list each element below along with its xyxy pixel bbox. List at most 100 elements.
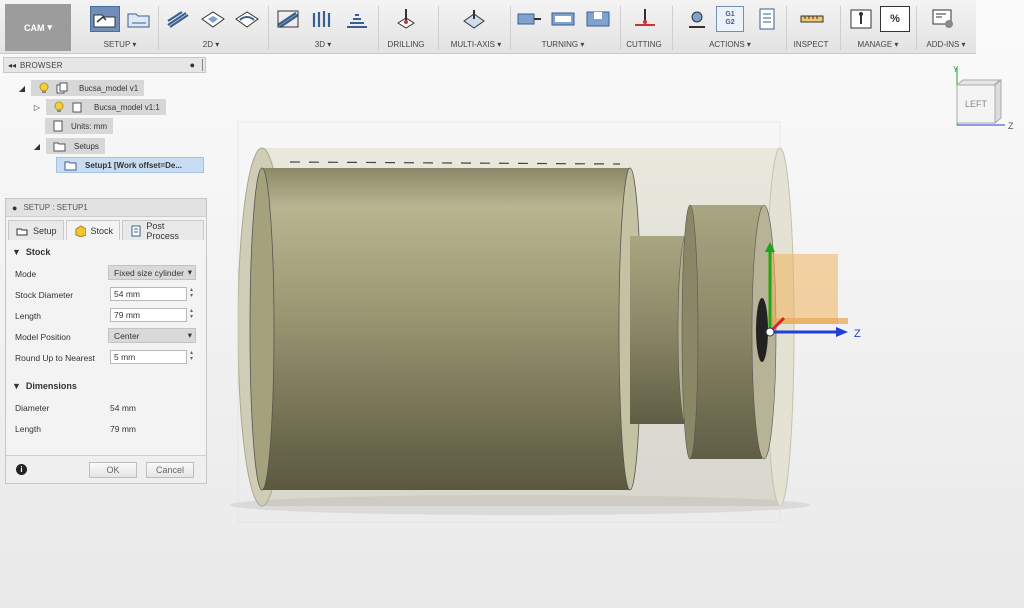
dialog-footer: i OK Cancel xyxy=(6,455,206,483)
2d-adaptive-icon[interactable] xyxy=(163,6,193,32)
workspace-switcher[interactable]: CAM ▾ xyxy=(5,4,71,51)
2d-contour-icon[interactable] xyxy=(232,6,262,32)
length-spinner[interactable]: ▴ ▾ xyxy=(188,308,195,322)
multiaxis-group-label[interactable]: MULTI-AXIS ▾ xyxy=(444,40,508,49)
panel-resize-handle[interactable] xyxy=(202,59,203,71)
view-cube[interactable]: Y Z LEFT xyxy=(945,62,1020,132)
2d-group-label[interactable]: 2D ▾ xyxy=(196,40,226,49)
dim-length-label: Length xyxy=(15,424,41,434)
multiaxis-icon[interactable] xyxy=(459,6,489,32)
toolbar-divider xyxy=(378,6,379,50)
length-input[interactable]: 79 mm xyxy=(110,308,187,322)
drilling-label[interactable]: DRILLING xyxy=(382,40,430,49)
tree-item-label: Setup1 [Work offset=De... xyxy=(85,160,182,170)
actions-group-label[interactable]: ACTIONS ▾ xyxy=(706,40,754,49)
tab-setup[interactable]: Setup xyxy=(8,220,64,240)
collapse-triangle-icon: ▼ xyxy=(12,381,21,391)
round-up-spinner[interactable]: ▴ ▾ xyxy=(188,350,195,364)
tree-item-setup1[interactable]: Setup1 [Work offset=De... xyxy=(56,157,204,173)
mode-dropdown[interactable]: Fixed size cylinder ▾ xyxy=(108,265,196,280)
toolbar: CAM ▾ SETUP ▾ 2D ▾ 3D ▾ DRILLING MULTI-A… xyxy=(0,0,976,54)
setup-sheet-icon[interactable] xyxy=(752,6,782,32)
part-body[interactable] xyxy=(249,161,642,491)
stock-box-icon xyxy=(73,224,87,238)
viewcube-z-label: Z xyxy=(1008,121,1014,131)
addins-group-label[interactable]: ADD-INS ▾ xyxy=(922,40,970,49)
pin-icon[interactable]: ● xyxy=(190,60,195,70)
dialog-header: ● SETUP : SETUP1 xyxy=(6,199,206,217)
dimensions-section-header[interactable]: ▼ Dimensions xyxy=(12,381,77,391)
manage-group-label[interactable]: MANAGE ▾ xyxy=(850,40,906,49)
collapse-triangle-icon[interactable]: ◢ xyxy=(30,139,44,153)
part-boss[interactable] xyxy=(681,204,777,460)
percent-icon[interactable]: % xyxy=(880,6,910,32)
tree-item-units[interactable]: Units: mm xyxy=(45,118,113,134)
folder-icon[interactable] xyxy=(124,6,154,32)
z-axis-label: Z xyxy=(854,328,861,340)
tool-library-icon[interactable] xyxy=(846,6,876,32)
toolbar-divider xyxy=(158,6,159,50)
toolbar-divider xyxy=(510,6,511,50)
info-icon[interactable]: i xyxy=(16,464,27,475)
tree-item-component[interactable]: ▷ Bucsa_model v1:1 xyxy=(30,99,166,115)
tree-item-root[interactable]: ◢ Bucsa_model v1 xyxy=(15,80,145,96)
tab-stock[interactable]: Stock xyxy=(65,220,121,240)
drill-icon[interactable] xyxy=(391,6,421,32)
collapse-double-arrow-icon[interactable]: ◂◂ xyxy=(8,61,16,70)
stock-diameter-input[interactable]: 54 mm xyxy=(110,287,187,301)
tree-item-label: Bucsa_model v1:1 xyxy=(94,102,160,112)
toolbar-divider xyxy=(916,6,917,50)
round-up-input[interactable]: 5 mm xyxy=(110,350,187,364)
toolbar-divider xyxy=(672,6,673,50)
model-position-label: Model Position xyxy=(15,332,71,342)
simulate-icon[interactable] xyxy=(682,6,712,32)
setup-icon[interactable] xyxy=(90,6,120,32)
tree-item-setups[interactable]: ◢ Setups xyxy=(30,138,105,154)
dim-diameter-value: 54 mm xyxy=(110,403,136,413)
stock-diameter-spinner[interactable]: ▴ ▾ xyxy=(188,287,195,301)
collapse-triangle-icon[interactable]: ◢ xyxy=(15,81,29,95)
toolbar-divider xyxy=(620,6,621,50)
caret-down-icon: ▾ xyxy=(187,267,192,277)
stock-section-header[interactable]: ▼ Stock xyxy=(12,247,50,257)
turning-profile-icon[interactable] xyxy=(548,6,578,32)
dialog-collapse-icon[interactable]: ● xyxy=(12,203,17,213)
folder-icon xyxy=(52,139,66,153)
measure-icon[interactable] xyxy=(797,6,827,32)
3d-viewport[interactable]: Z xyxy=(210,56,1024,608)
setup-icon xyxy=(15,224,29,238)
scripts-icon[interactable] xyxy=(928,6,958,32)
cutting-label[interactable]: CUTTING xyxy=(624,40,664,49)
3d-adaptive-icon[interactable] xyxy=(273,6,303,32)
document-icon xyxy=(51,119,65,133)
post-process-icon[interactable]: G1 G2 xyxy=(716,6,744,32)
model-position-dropdown[interactable]: Center ▾ xyxy=(108,328,196,343)
dialog-tabs: Setup Stock Post Process xyxy=(8,220,206,241)
stock-plane[interactable] xyxy=(768,254,838,324)
tab-post-process[interactable]: Post Process xyxy=(122,220,204,241)
expand-triangle-icon[interactable]: ▷ xyxy=(30,100,44,114)
body-icon xyxy=(70,100,84,114)
turning-groove-icon[interactable] xyxy=(583,6,613,32)
3d-parallel-icon[interactable] xyxy=(342,6,372,32)
setup-group-label[interactable]: SETUP ▾ xyxy=(98,40,142,49)
ok-button[interactable]: OK xyxy=(89,462,137,478)
caret-down-icon: ▾ xyxy=(187,330,192,340)
toolbar-divider xyxy=(438,6,439,50)
length-label: Length xyxy=(15,311,41,321)
cutting-icon[interactable] xyxy=(630,6,660,32)
turning-face-icon[interactable] xyxy=(514,6,544,32)
inspect-label[interactable]: INSPECT xyxy=(790,40,832,49)
post-process-icon xyxy=(129,224,142,238)
cancel-button[interactable]: Cancel xyxy=(146,462,194,478)
lightbulb-icon[interactable] xyxy=(52,100,66,114)
lightbulb-icon[interactable] xyxy=(37,81,51,95)
3d-pocket-icon[interactable] xyxy=(308,6,338,32)
2d-pocket-icon[interactable] xyxy=(198,6,228,32)
browser-header: ◂◂ BROWSER ● xyxy=(3,57,206,73)
browser-title: BROWSER xyxy=(20,60,63,70)
turning-group-label[interactable]: TURNING ▾ xyxy=(538,40,588,49)
3d-group-label[interactable]: 3D ▾ xyxy=(308,40,338,49)
toolbar-divider xyxy=(840,6,841,50)
collapse-triangle-icon: ▼ xyxy=(12,247,21,257)
